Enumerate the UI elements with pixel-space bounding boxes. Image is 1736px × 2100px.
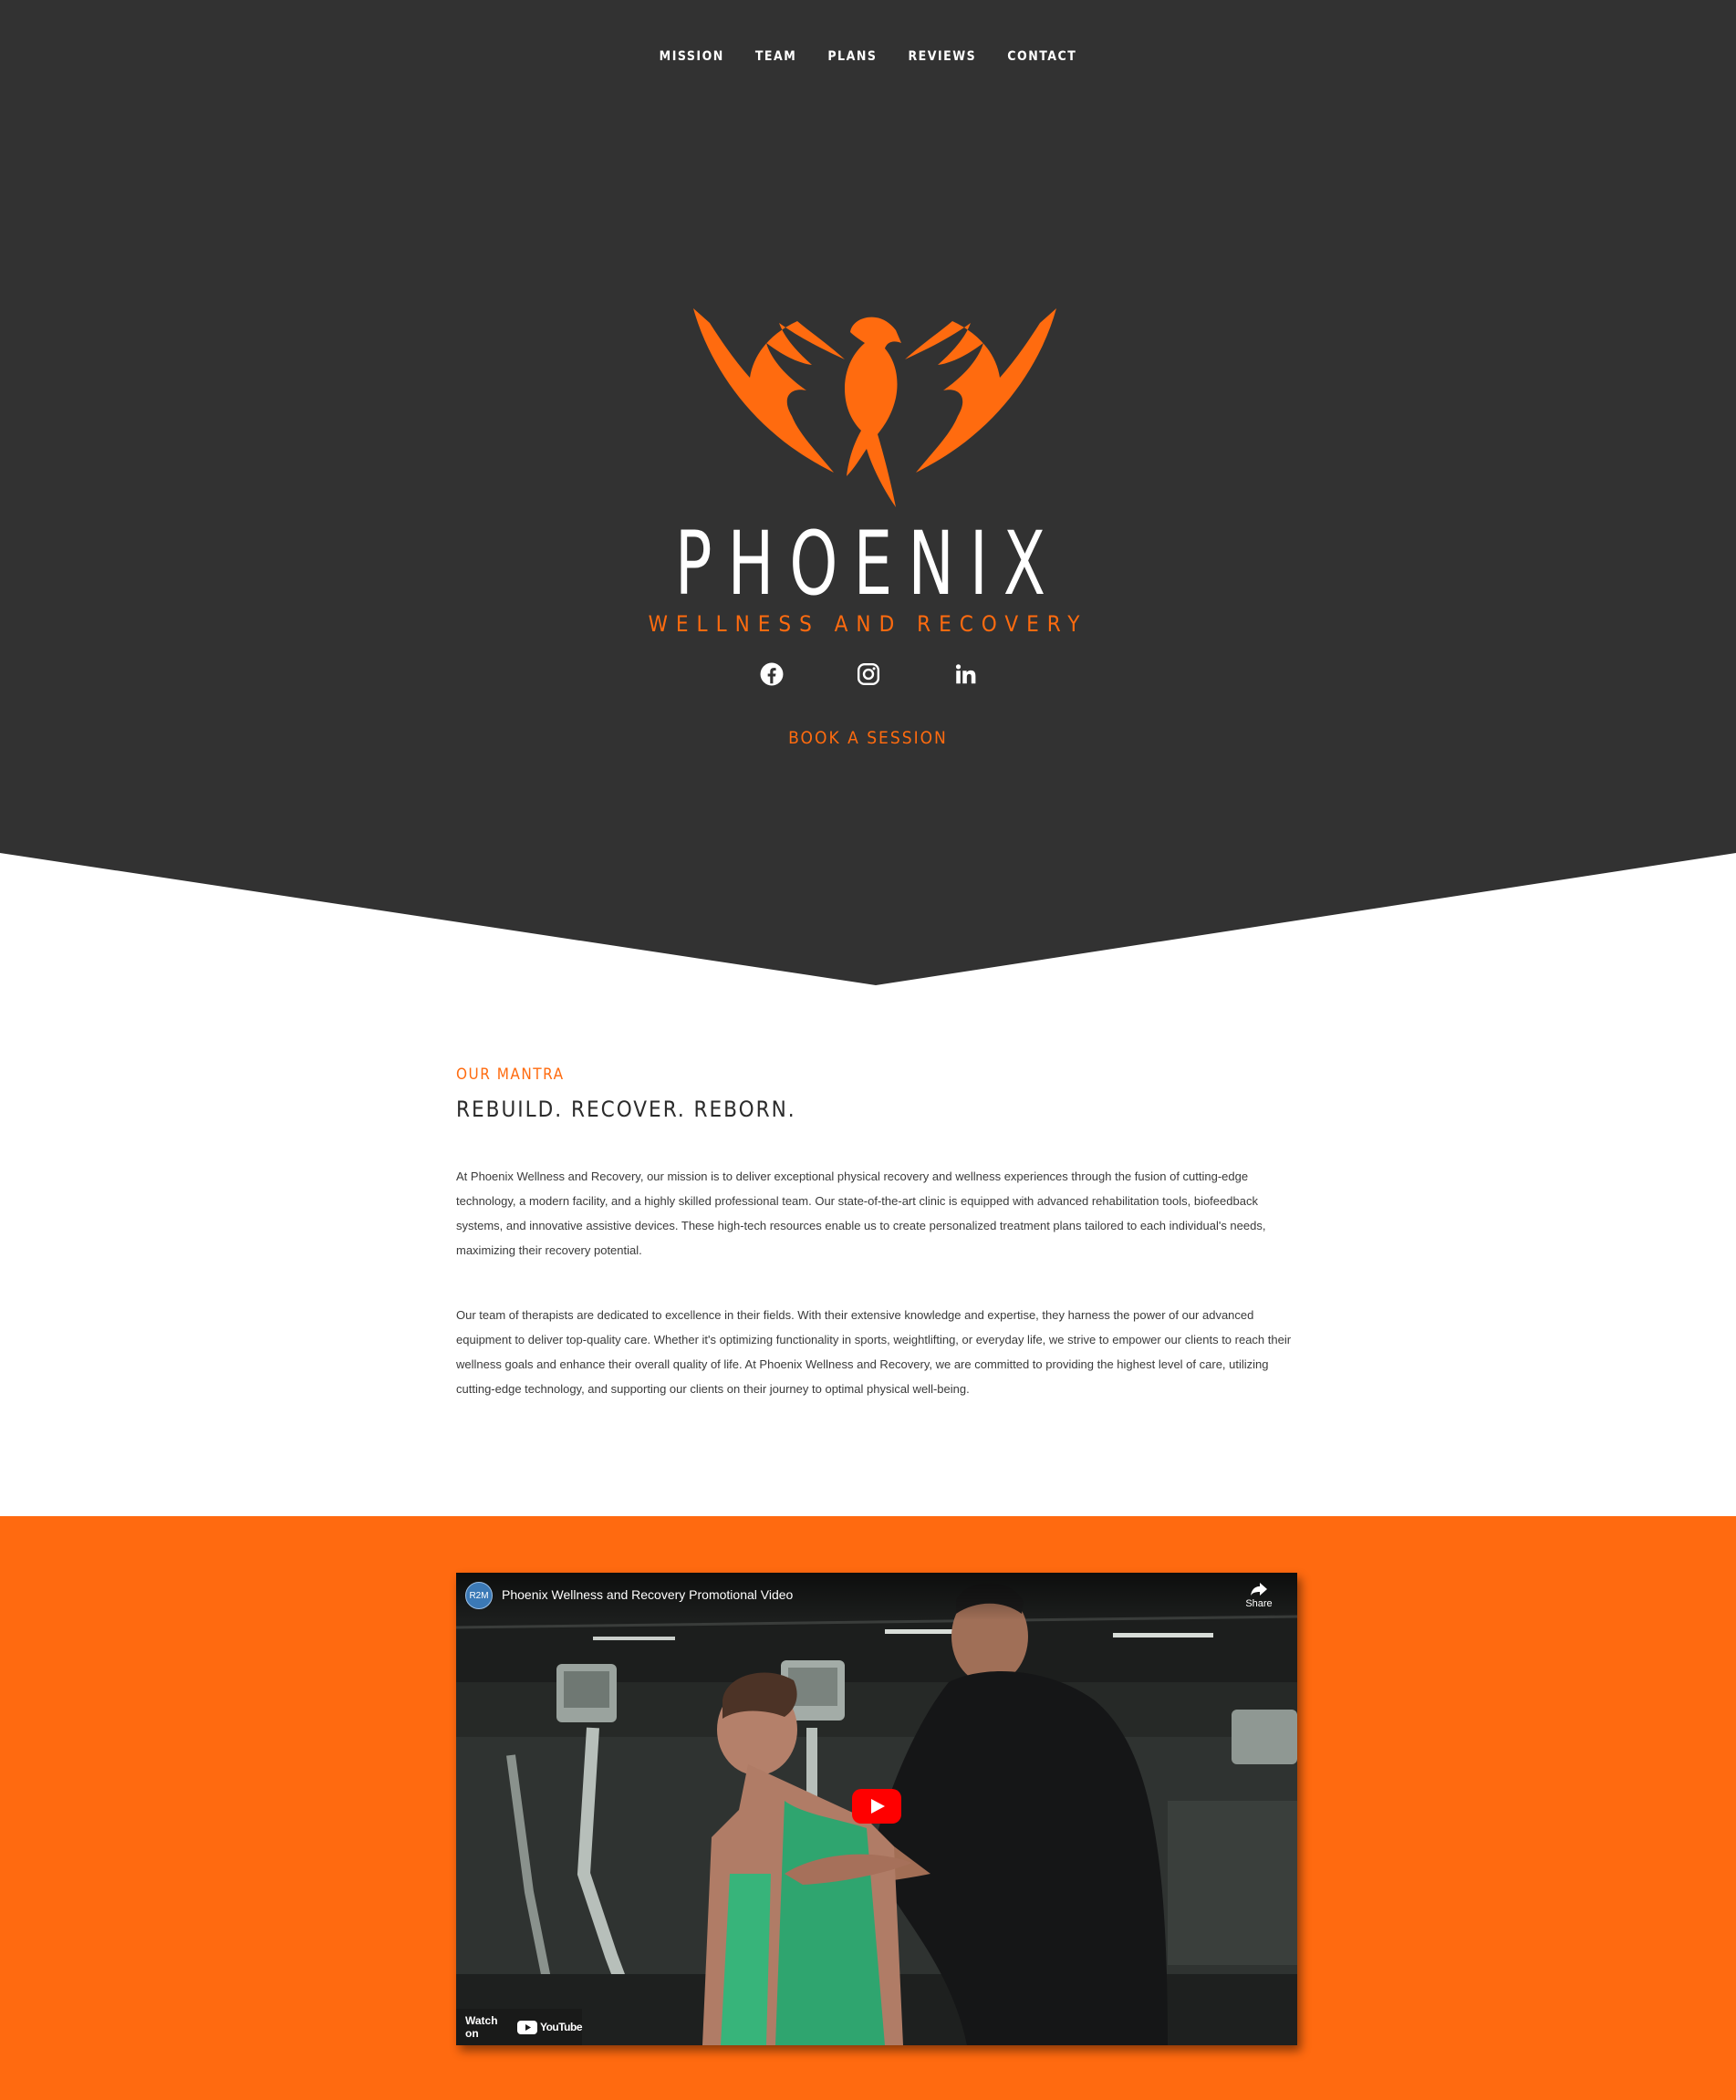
social-links	[0, 662, 1736, 686]
book-session-wrap: BOOK A SESSION	[0, 728, 1736, 748]
watch-on-label: Watch on	[465, 2014, 498, 2040]
youtube-play-icon	[516, 2020, 537, 2034]
video-title[interactable]: Phoenix Wellness and Recovery Promotiona…	[502, 1587, 793, 1602]
share-icon	[1251, 1583, 1267, 1596]
main-nav: MISSION TEAM PLANS REVIEWS CONTACT	[0, 46, 1736, 68]
mission-paragraph-1: At Phoenix Wellness and Recovery, our mi…	[456, 1170, 1266, 1257]
channel-avatar[interactable]: R2M	[465, 1582, 493, 1609]
facebook-icon[interactable]	[760, 662, 784, 686]
youtube-wordmark: YouTube	[539, 2021, 583, 2033]
nav-reviews[interactable]: REVIEWS	[892, 46, 992, 68]
play-button-icon[interactable]	[852, 1789, 901, 1824]
brand-name: PHOENIX	[674, 513, 1062, 615]
watch-on-youtube-button[interactable]: Watch on YouTube	[456, 2009, 583, 2045]
book-session-button[interactable]: BOOK A SESSION	[788, 728, 948, 748]
instagram-icon[interactable]	[857, 662, 880, 686]
share-label: Share	[1245, 1598, 1273, 1609]
mantra-section: OUR MANTRA REBUILD. RECOVER. REBORN. At …	[456, 1066, 1295, 1401]
hero-section: MISSION TEAM PLANS REVIEWS CONTACT PHOEN…	[0, 0, 1736, 985]
brand-tagline: WELLNESS AND RECOVERY	[648, 611, 1088, 637]
nav-mission[interactable]: MISSION	[644, 46, 740, 68]
mission-paragraph-2: Our team of therapists are dedicated to …	[456, 1308, 1292, 1396]
nav-plans[interactable]: PLANS	[812, 46, 892, 68]
youtube-logo: YouTube	[516, 2020, 583, 2034]
nav-contact[interactable]: CONTACT	[992, 46, 1092, 68]
linkedin-icon[interactable]	[953, 662, 977, 686]
video-section: R2M Phoenix Wellness and Recovery Promot…	[0, 1516, 1736, 2100]
video-player[interactable]: R2M Phoenix Wellness and Recovery Promot…	[456, 1573, 1297, 2045]
share-button[interactable]: Share	[1242, 1582, 1275, 1609]
nav-team[interactable]: TEAM	[740, 46, 812, 68]
section-eyebrow: OUR MANTRA	[456, 1066, 565, 1084]
section-headline: REBUILD. RECOVER. REBORN.	[456, 1097, 796, 1122]
phoenix-bird-icon	[690, 307, 1060, 514]
